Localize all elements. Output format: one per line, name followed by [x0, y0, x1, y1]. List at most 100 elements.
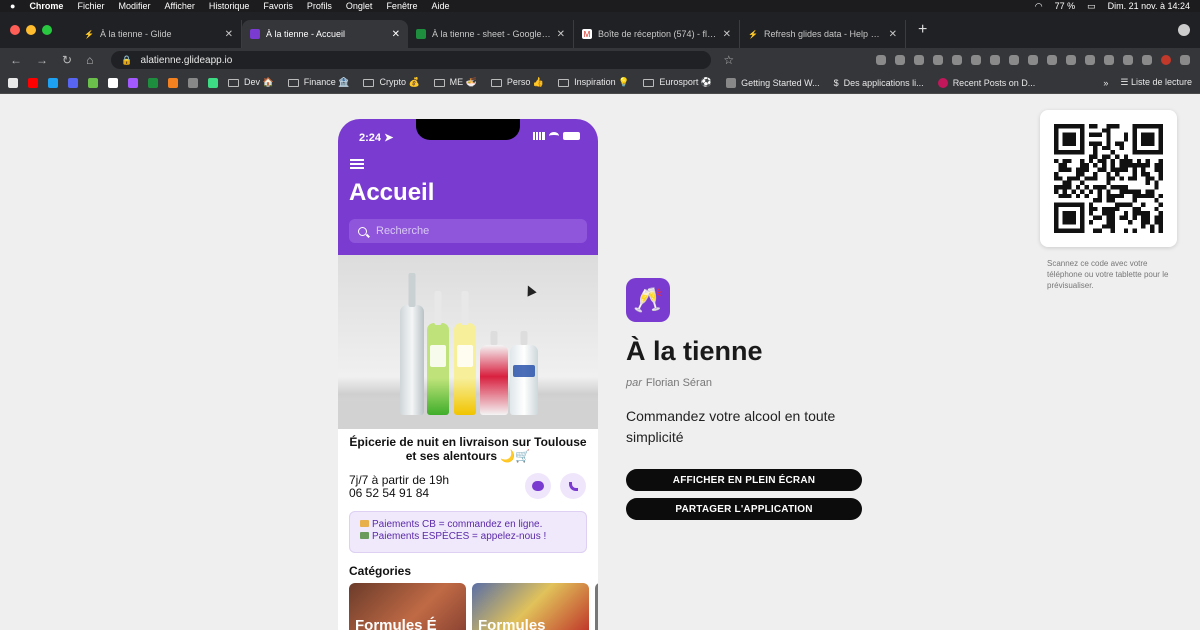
menu-onglet[interactable]: Onglet: [346, 1, 373, 11]
category-label: Formules: [478, 617, 546, 630]
menu-aide[interactable]: Aide: [431, 1, 449, 11]
extension-icon[interactable]: [990, 55, 1000, 65]
figma-icon[interactable]: [128, 77, 138, 88]
extension-icon[interactable]: [933, 55, 943, 65]
share-button[interactable]: PARTAGER L'APPLICATION: [626, 498, 862, 520]
close-tab-icon[interactable]: ✕: [889, 29, 897, 40]
bookmark-star-icon[interactable]: ☆: [723, 53, 734, 67]
extension-icon[interactable]: [1028, 55, 1038, 65]
extension-icon[interactable]: [1123, 55, 1133, 65]
tab-title: À la tienne - Glide: [100, 29, 172, 39]
lock-icon[interactable]: 🔒: [121, 55, 132, 66]
reading-list-button[interactable]: ☰ Liste de lecture: [1120, 77, 1192, 88]
close-tab-icon[interactable]: ✕: [225, 29, 233, 40]
extension-icon[interactable]: [1066, 55, 1076, 65]
category-card[interactable]: Formules: [472, 583, 589, 630]
bottle-absolut-vodka: [510, 331, 538, 415]
back-icon[interactable]: ←: [10, 53, 22, 67]
cash-icon: [360, 532, 369, 539]
extension-icon[interactable]: [1085, 55, 1095, 65]
bookmark-applications[interactable]: $ Des applications li...: [834, 78, 924, 88]
bookmark-recent-posts[interactable]: Recent Posts on D...: [937, 77, 1036, 88]
discord-icon[interactable]: [68, 77, 78, 88]
cloudflare-icon[interactable]: [168, 77, 178, 88]
wifi-icon[interactable]: ◠: [1035, 1, 1043, 12]
author-prefix: par: [626, 377, 642, 389]
close-window-button[interactable]: [10, 25, 20, 35]
notice-line-cash: Paiements ESPÈCES = appelez-nous !: [372, 531, 547, 542]
home-icon[interactable]: ⌂: [86, 53, 93, 67]
extension-icon[interactable]: [952, 55, 962, 65]
extension-icon[interactable]: [1009, 55, 1019, 65]
apple-icon[interactable]: ●: [10, 1, 15, 11]
bookmark-folder-inspiration[interactable]: Inspiration 💡: [558, 77, 629, 88]
menu-fenetre[interactable]: Fenêtre: [386, 1, 417, 11]
bookmark-folder-crypto[interactable]: Crypto 💰: [363, 77, 420, 88]
hamburger-menu-icon[interactable]: [350, 159, 364, 169]
menu-favoris[interactable]: Favoris: [263, 1, 293, 11]
menu-modifier[interactable]: Modifier: [118, 1, 150, 11]
menu-app-name[interactable]: Chrome: [29, 1, 63, 11]
bookmark-folder-eurosport[interactable]: Eurosport ⚽: [643, 77, 712, 88]
chrome-menu-icon[interactable]: [1180, 55, 1190, 65]
more-bookmarks-button[interactable]: »: [1103, 78, 1108, 88]
minimize-window-button[interactable]: [26, 25, 36, 35]
shop-title: Épicerie de nuit en livraison sur Toulou…: [349, 435, 587, 463]
extension-icon[interactable]: [914, 55, 924, 65]
close-tab-icon[interactable]: ✕: [392, 29, 400, 40]
tab-gmail[interactable]: M Boîte de réception (574) - flosé ✕: [574, 20, 740, 48]
extension-icon[interactable]: [876, 55, 886, 65]
folder-label: Inspiration 💡: [574, 77, 630, 87]
fullscreen-button[interactable]: AFFICHER EN PLEIN ÉCRAN: [626, 469, 862, 491]
folder-icon: [287, 78, 299, 87]
extension-icon[interactable]: [1047, 55, 1057, 65]
battery-icon[interactable]: ▭: [1087, 1, 1096, 12]
folder-label: Perso 👍: [506, 77, 545, 87]
folder-label: Dev 🏠: [244, 77, 274, 87]
menu-profils[interactable]: Profils: [307, 1, 332, 11]
bookmark-getting-started[interactable]: Getting Started W...: [726, 77, 820, 88]
app-header: 2:24 ➤ Accueil Recherche: [338, 119, 598, 255]
call-button[interactable]: [560, 473, 586, 499]
leaf-icon[interactable]: [88, 77, 98, 88]
extension-icon[interactable]: [1104, 55, 1114, 65]
tab-glide[interactable]: ⚡ À la tienne - Glide ✕: [76, 20, 242, 48]
message-button[interactable]: [525, 473, 551, 499]
menu-fichier[interactable]: Fichier: [77, 1, 104, 11]
extension-icon[interactable]: [895, 55, 905, 65]
search-input[interactable]: Recherche: [349, 219, 587, 243]
twitter-icon[interactable]: [48, 77, 58, 88]
diamond-icon[interactable]: [208, 77, 218, 88]
zoom-window-button[interactable]: [42, 25, 52, 35]
tab-sheet[interactable]: À la tienne - sheet - Google Sh ✕: [408, 20, 574, 48]
url-bar[interactable]: 🔒 alatienne.glideapp.io: [111, 51, 712, 69]
bookmark-icon[interactable]: [8, 77, 18, 88]
tab-search-button[interactable]: [1178, 24, 1190, 36]
extensions-puzzle-icon[interactable]: [1142, 55, 1152, 65]
sheets-icon[interactable]: [148, 77, 158, 88]
extension-icon[interactable]: [971, 55, 981, 65]
menu-afficher[interactable]: Afficher: [164, 1, 194, 11]
forward-icon[interactable]: →: [36, 53, 48, 67]
reload-icon[interactable]: ↻: [62, 53, 72, 67]
bookmark-folder-perso[interactable]: Perso 👍: [490, 77, 545, 88]
new-tab-button[interactable]: +: [918, 21, 927, 39]
github-icon[interactable]: [108, 77, 118, 88]
youtube-icon[interactable]: [28, 77, 38, 88]
menu-historique[interactable]: Historique: [209, 1, 250, 11]
menu-datetime[interactable]: Dim. 21 nov. à 14:24: [1108, 1, 1190, 11]
bookmark-folder-me[interactable]: ME 🍜: [433, 77, 477, 88]
tab-refresh[interactable]: ⚡ Refresh glides data - Help & Ho ✕: [740, 20, 906, 48]
bookmark-folder-dev[interactable]: Dev 🏠: [228, 77, 274, 88]
close-tab-icon[interactable]: ✕: [723, 29, 731, 40]
bookmark-folder-finance[interactable]: Finance 🏦: [287, 77, 349, 88]
category-label: Formules É: [355, 617, 437, 630]
profile-avatar[interactable]: [1161, 55, 1171, 65]
bookmark-label: Recent Posts on D...: [952, 77, 1036, 88]
phone-icon: [568, 481, 578, 491]
category-card[interactable]: Formules É: [349, 583, 466, 630]
grid-icon[interactable]: [188, 77, 198, 88]
tab-accueil[interactable]: À la tienne - Accueil ✕: [242, 20, 408, 48]
category-card[interactable]: [595, 583, 598, 630]
close-tab-icon[interactable]: ✕: [557, 29, 565, 40]
